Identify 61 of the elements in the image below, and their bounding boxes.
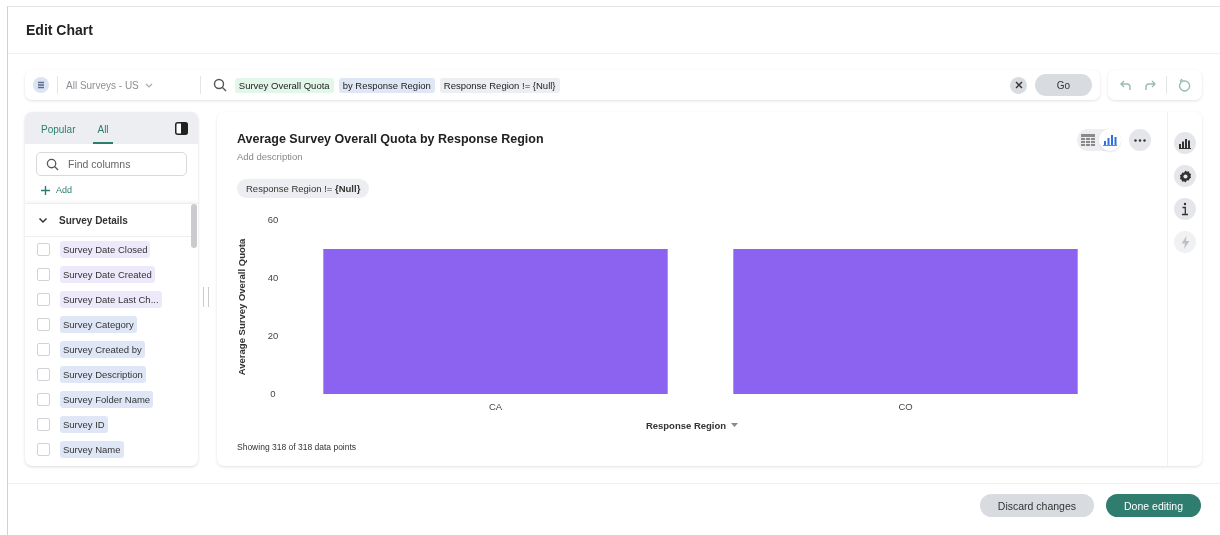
x-axis-label[interactable]: Response Region [645,420,738,431]
column-tag[interactable]: Survey Date Last Ch... [60,291,162,308]
x-tick-label: CA [488,401,503,412]
checkbox[interactable] [37,343,50,356]
discard-button[interactable]: Discard changes [979,494,1095,517]
plus-icon [41,185,50,195]
more-button[interactable] [1129,129,1151,151]
y-tick-label: 20 [267,330,279,341]
source-dropdown[interactable]: All Surveys - US [66,79,154,91]
column-tag[interactable]: Survey Name [60,441,124,458]
add-button[interactable]: Add [41,185,72,195]
undo-icon[interactable] [1118,78,1133,92]
column-tag[interactable]: Survey ID [60,416,108,433]
column-tag[interactable]: Survey Date Closed [60,241,151,258]
resize-handle[interactable] [203,287,209,307]
search-icon [212,78,227,92]
checkbox[interactable] [37,393,50,406]
tab[interactable]: All [93,112,113,144]
search-token[interactable]: Response Region != {Null} [439,77,560,93]
filter-chip[interactable]: Response Region != {Null} [237,179,370,198]
bar[interactable] [733,249,1078,394]
go-button[interactable]: Go [1035,74,1092,96]
reset-icon[interactable] [1177,78,1192,92]
done-button[interactable]: Done editing [1106,494,1201,517]
y-tick-label: 60 [267,214,279,225]
close-icon [1014,81,1023,89]
data-points-note: Showing 318 of 318 data points [237,442,357,452]
info-icon[interactable] [1174,198,1196,220]
chart-title: Average Survey Overall Quota by Response Region [237,132,544,146]
y-axis-label[interactable]: Average Survey Overall Quota [236,238,247,376]
search-token[interactable]: Survey Overall Quota [234,77,334,93]
window-title: Edit Chart [26,22,93,38]
checkbox[interactable] [37,418,50,431]
column-tag[interactable]: Survey Date Created [60,266,155,283]
panel-toggle-icon[interactable] [175,121,189,135]
y-tick-label: 40 [267,272,279,283]
checkbox[interactable] [37,443,50,456]
settings-icon[interactable] [1174,165,1196,187]
y-tick-label: 0 [270,388,276,399]
x-tick-label: CO [898,401,913,412]
bar-chart-icon[interactable] [1174,132,1196,154]
redo-icon[interactable] [1142,78,1157,92]
checkbox[interactable] [37,243,50,256]
description-field[interactable]: Add description [237,151,544,162]
list-icon [33,77,49,93]
checkbox[interactable] [37,293,50,306]
tab[interactable]: Popular [37,112,80,144]
column-tag[interactable]: Survey Created by [60,341,145,358]
checkbox[interactable] [37,368,50,381]
checkbox[interactable] [37,268,50,281]
clear-button[interactable] [1010,76,1027,94]
search-field[interactable]: Find columns [36,152,188,176]
bar[interactable] [323,249,668,394]
checkbox[interactable] [37,318,50,331]
column-tag[interactable]: Survey Category [60,316,137,333]
search-icon [46,158,59,171]
search-token[interactable]: by Response Region [338,77,435,93]
chevron-icon [38,215,48,225]
column-tag[interactable]: Survey Description [60,366,146,383]
column-tag[interactable]: Survey Folder Name [60,391,154,408]
more-icon [1134,138,1146,142]
